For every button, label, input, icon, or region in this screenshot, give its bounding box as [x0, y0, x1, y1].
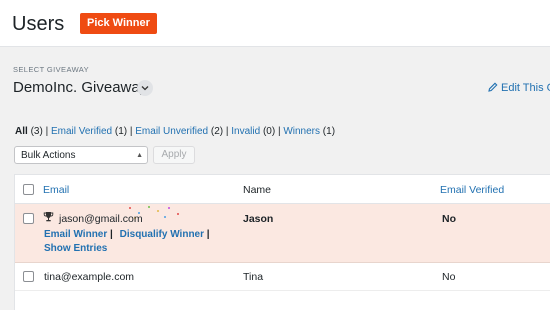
- pick-winner-button[interactable]: Pick Winner: [80, 13, 157, 34]
- filter-links: All (3) | Email Verified (1) | Email Unv…: [15, 126, 336, 137]
- bulk-actions-value: Bulk Actions: [21, 150, 76, 161]
- row-checkbox[interactable]: [23, 213, 34, 224]
- action-separator: |: [206, 229, 210, 240]
- column-email-verified[interactable]: Email Verified: [440, 184, 504, 196]
- bulk-actions-select[interactable]: Bulk Actions ▲: [14, 146, 148, 164]
- filter-all-count: (3): [30, 126, 43, 137]
- row-name: Jason: [243, 213, 274, 225]
- select-all-checkbox[interactable]: [23, 184, 34, 195]
- page-title: Users: [12, 13, 65, 35]
- filter-all[interactable]: All: [15, 126, 28, 137]
- filter-email-verified-count: (1): [114, 126, 128, 137]
- edit-giveaway-label: Edit This G: [501, 82, 550, 94]
- row-actions: Email Winner | Disqualify Winner | Show …: [44, 228, 210, 256]
- giveaway-dropdown-toggle[interactable]: [137, 80, 153, 96]
- row-email-verified: No: [442, 213, 456, 225]
- show-entries-link[interactable]: Show Entries: [44, 243, 107, 254]
- chevron-down-icon: [141, 86, 149, 91]
- filter-email-unverified-count: (2): [210, 126, 224, 137]
- select-arrows-icon: ▲: [136, 152, 143, 159]
- giveaway-name[interactable]: DemoInc. Giveaway: [13, 79, 147, 96]
- disqualify-winner-link[interactable]: Disqualify Winner: [120, 229, 204, 240]
- row-email: jason@gmail.com: [59, 213, 143, 225]
- filter-winners[interactable]: Winners: [283, 126, 320, 137]
- edit-giveaway-link[interactable]: Edit This G: [488, 82, 550, 94]
- pencil-icon: [488, 82, 498, 92]
- filter-winners-count: (1): [322, 126, 336, 137]
- select-giveaway-label: SELECT GIVEAWAY: [13, 65, 90, 74]
- table-row: jason@gmail.com Jason No Email Winner | …: [15, 204, 550, 263]
- filter-email-verified[interactable]: Email Verified: [51, 126, 112, 137]
- action-separator: |: [110, 229, 113, 240]
- row-email: tina@example.com: [44, 271, 135, 283]
- column-email[interactable]: Email: [43, 184, 69, 196]
- row-name: Tina: [243, 271, 264, 283]
- trophy-icon: [43, 212, 54, 222]
- filter-email-unverified[interactable]: Email Unverified: [135, 126, 208, 137]
- column-name: Name: [243, 184, 272, 196]
- filter-invalid[interactable]: Invalid: [231, 126, 260, 137]
- row-email-verified: No: [442, 271, 456, 283]
- table-header-row: Email Name Email Verified: [15, 175, 550, 204]
- row-checkbox[interactable]: [23, 271, 34, 282]
- email-winner-link[interactable]: Email Winner: [44, 229, 107, 240]
- apply-button[interactable]: Apply: [153, 146, 195, 164]
- top-bar: Users Pick Winner: [0, 0, 550, 47]
- table-row: tina@example.com Tina No: [15, 263, 550, 291]
- filter-invalid-count: (0): [262, 126, 276, 137]
- users-table: Email Name Email Verified jason@gmail.co…: [14, 174, 550, 310]
